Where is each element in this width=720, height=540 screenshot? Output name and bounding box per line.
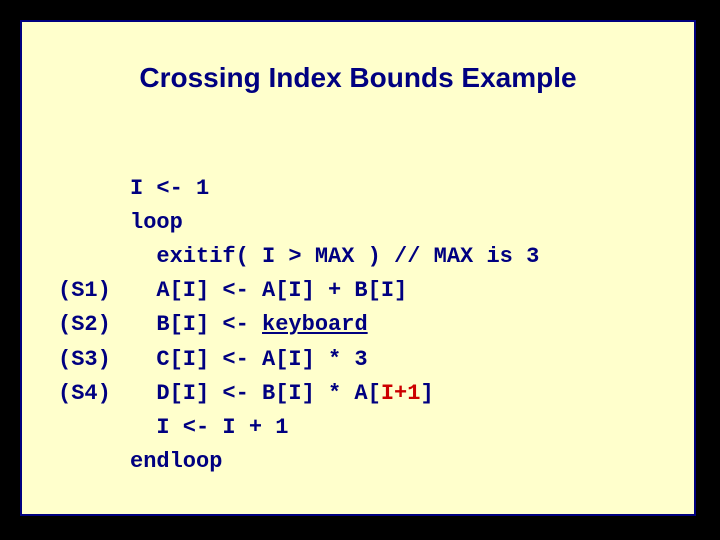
slide: Crossing Index Bounds Example I <- 1 loo… [20,20,696,516]
line-label [58,411,130,445]
highlight-index: I+1 [381,381,421,406]
line-label-s4: (S4) [58,377,130,411]
code-line: C[I] <- A[I] * 3 [130,343,368,377]
code-line: D[I] <- B[I] * A[I+1] [130,377,434,411]
code-line: B[I] <- keyboard [130,308,368,342]
line-label-s1: (S1) [58,274,130,308]
line-label-s3: (S3) [58,343,130,377]
code-line: I <- 1 [130,172,209,206]
line-label [58,240,130,274]
code-line: I <- I + 1 [130,411,288,445]
code-line: loop [130,206,183,240]
code-line: exitif( I > MAX ) // MAX is 3 [130,240,539,274]
line-label [58,445,130,479]
code-text: ] [420,381,433,406]
code-text: D[I] <- B[I] * A[ [130,381,381,406]
line-label-s2: (S2) [58,308,130,342]
code-text: B[I] <- [130,312,262,337]
line-label [58,206,130,240]
line-label [58,172,130,206]
keyboard-text: keyboard [262,312,368,337]
slide-title: Crossing Index Bounds Example [22,62,694,94]
code-line: endloop [130,445,222,479]
code-block: I <- 1 loop exitif( I > MAX ) // MAX is … [58,138,694,479]
code-line: A[I] <- A[I] + B[I] [130,274,407,308]
